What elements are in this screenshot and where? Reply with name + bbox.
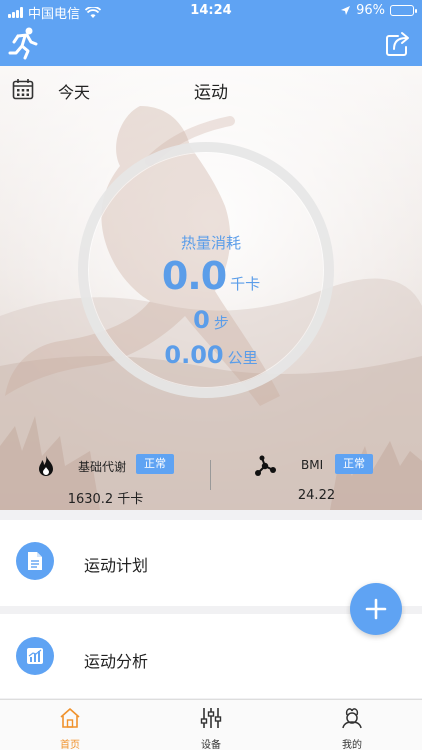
sliders-icon bbox=[200, 708, 222, 728]
page-title: 运动 bbox=[194, 83, 228, 103]
distance-unit: 公里 bbox=[227, 349, 258, 367]
molecule-icon bbox=[255, 455, 276, 476]
calories-label: 热量消耗 bbox=[180, 234, 241, 252]
bmr-value: 1630.2 千卡 bbox=[67, 492, 144, 507]
bmi-stat[interactable]: BMI 正常 24.22 bbox=[211, 450, 422, 510]
profile-icon bbox=[342, 708, 362, 729]
battery-percent: 96% bbox=[356, 3, 385, 18]
tab-label: 首页 bbox=[60, 740, 80, 750]
tab-home[interactable]: 首页 bbox=[0, 700, 140, 750]
top-bar: 中国电信 14:24 96% bbox=[0, 0, 422, 66]
bmr-status-badge: 正常 bbox=[136, 454, 174, 474]
bmr-label: 基础代谢 bbox=[78, 460, 127, 474]
body-stats: 基础代谢 正常 1630.2 千卡 BMI 正常 24.22 bbox=[0, 450, 422, 510]
tab-label: 我的 bbox=[342, 740, 362, 750]
tab-bar: 首页 设备 我的 bbox=[0, 699, 422, 750]
bmi-label: BMI bbox=[301, 458, 324, 472]
home-icon bbox=[60, 708, 80, 728]
bmr-stat[interactable]: 基础代谢 正常 1630.2 千卡 bbox=[0, 450, 211, 510]
list-item-label: 运动计划 bbox=[84, 556, 149, 575]
stats-divider bbox=[210, 460, 211, 490]
distance-value: 0.00 bbox=[164, 341, 224, 369]
calories-value: 0.0 bbox=[161, 254, 227, 298]
steps-value: 0 bbox=[193, 306, 210, 334]
tab-device[interactable]: 设备 bbox=[141, 700, 281, 750]
add-button[interactable] bbox=[350, 583, 402, 635]
list-item-label: 运动分析 bbox=[84, 652, 149, 671]
document-icon bbox=[16, 542, 54, 580]
tab-label: 设备 bbox=[201, 740, 221, 750]
steps-readout: 0步 bbox=[0, 306, 422, 334]
status-bar: 中国电信 14:24 96% bbox=[0, 0, 422, 22]
share-icon[interactable] bbox=[384, 30, 412, 58]
plus-icon bbox=[365, 598, 387, 620]
battery-icon bbox=[390, 5, 417, 16]
calories-readout: 0.0 千卡 bbox=[0, 254, 422, 298]
tab-mine[interactable]: 我的 bbox=[282, 700, 422, 750]
bmi-status-badge: 正常 bbox=[335, 454, 373, 474]
chart-icon bbox=[16, 637, 54, 675]
distance-readout: 0.00 公里 bbox=[0, 341, 422, 369]
hero-header: 今天 运动 bbox=[0, 66, 422, 110]
location-icon bbox=[341, 6, 351, 15]
flame-icon bbox=[39, 455, 53, 476]
bmi-value: 24.22 bbox=[297, 488, 336, 503]
steps-unit: 步 bbox=[213, 314, 229, 332]
activity-hero: 今天 运动 热量消耗 0.0 千卡 0步 0.00 公里 基础代谢 正常 1630.… bbox=[0, 66, 422, 510]
runner-icon[interactable] bbox=[8, 26, 40, 60]
calories-unit: 千卡 bbox=[230, 275, 261, 293]
